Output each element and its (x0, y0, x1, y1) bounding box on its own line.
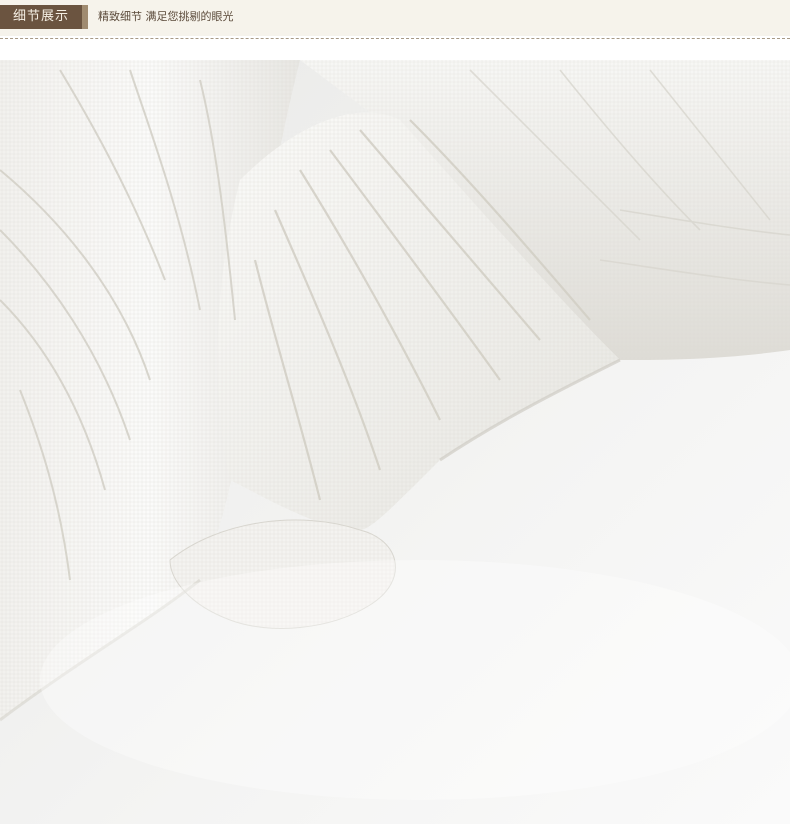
product-detail-page: 细节展示 精致细节 满足您挑剔的眼光 (0, 0, 790, 824)
header-divider (0, 38, 790, 39)
tag-accent (82, 5, 88, 29)
section-subtitle: 精致细节 满足您挑剔的眼光 (98, 10, 234, 23)
fabric-detail-photo (0, 60, 790, 824)
section-title-tag: 细节展示 (0, 5, 82, 29)
section-header: 细节展示 精致细节 满足您挑剔的眼光 (0, 0, 790, 36)
